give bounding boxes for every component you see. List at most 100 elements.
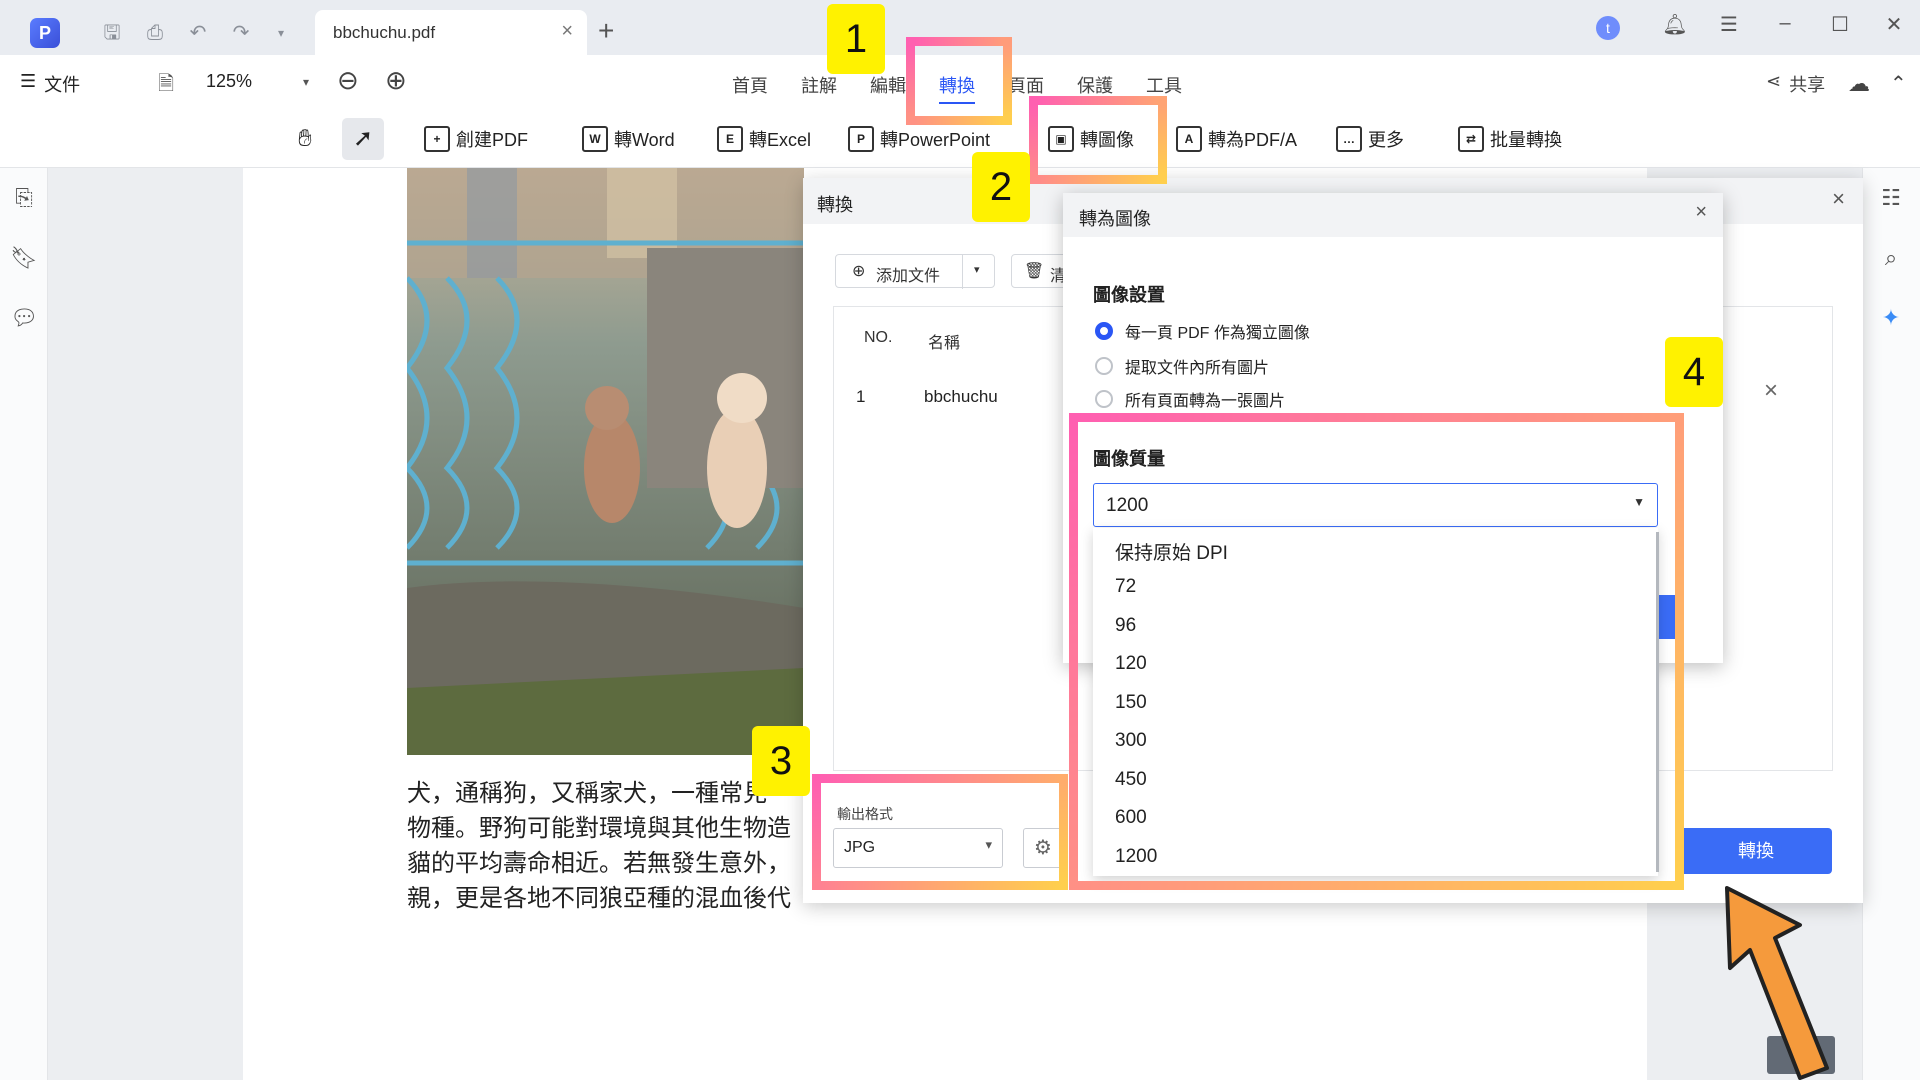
add-file-button[interactable]: ⊕ 添加文件 ▾ [835, 254, 995, 289]
dog-photo-image [407, 168, 804, 755]
create-pdf-icon: + [424, 126, 450, 152]
quick-access-dropdown-icon[interactable]: ▾ [266, 18, 296, 48]
undo-icon[interactable]: ↶ [183, 18, 213, 48]
dog-photo [407, 168, 804, 755]
search-icon[interactable]: ⌕ [1876, 243, 1906, 273]
window-close-icon[interactable]: ✕ [1879, 12, 1909, 37]
left-sidebar: ⎘ 🔖︎ 💬︎ [0, 168, 48, 1080]
share-button[interactable]: ⋖ 共享 [1766, 71, 1825, 97]
to-image-dialog-header: 轉為圖像 × [1063, 193, 1723, 237]
menu-home[interactable]: 首頁 [732, 72, 768, 98]
document-text: 犬，通稱狗，又稱家犬，一種常見 物種。野狗可能對環境與其他生物造 貓的平均壽命相… [407, 776, 827, 916]
document-tab-label: bbchuchu.pdf [333, 23, 436, 42]
button-divider [962, 255, 963, 289]
ai-sparkle-icon[interactable]: ✦ [1876, 303, 1906, 333]
convert-dialog-title: 轉換 [817, 195, 853, 215]
document-line: 貓的平均壽命相近。若無發生意外， [407, 849, 791, 877]
radio-label: 所有頁面轉為一張圖片 [1125, 393, 1286, 410]
batch-convert-icon: ⇄ [1458, 126, 1484, 152]
row-number: 1 [856, 387, 866, 406]
select-tool-icon[interactable]: ➚ [342, 118, 384, 160]
share-label: 共享 [1789, 75, 1826, 95]
column-header-name: 名稱 [928, 335, 961, 352]
to-word-label: 轉Word [614, 130, 675, 150]
create-pdf-label: 創建PDF [456, 130, 528, 150]
file-menu-label: 文件 [44, 75, 81, 95]
remove-row-icon[interactable]: × [1764, 377, 1778, 405]
more-label: 更多 [1368, 130, 1404, 150]
app-logo-icon: P [30, 18, 60, 48]
hand-tool-icon[interactable]: ✋︎ [285, 118, 325, 160]
radio-unselected-icon [1095, 357, 1113, 375]
batch-convert-button[interactable]: ⇄ 批量轉換 [1458, 120, 1562, 158]
radio-each-page[interactable]: 每一頁 PDF 作為獨立圖像 [1095, 319, 1310, 343]
highlight-output-format [812, 774, 1068, 890]
zoom-out-icon[interactable]: ⊖ [337, 65, 359, 96]
to-word-button[interactable]: W 轉Word [582, 120, 675, 158]
powerpoint-icon: P [848, 126, 874, 152]
maximize-icon[interactable]: ☐ [1825, 12, 1855, 37]
close-icon[interactable]: × [1832, 186, 1845, 212]
highlight-convert-menu [906, 37, 1012, 125]
document-line: 親，更是各地不同狼亞種的混血後代 [407, 884, 791, 912]
pdfa-icon: A [1176, 126, 1202, 152]
bookmark-icon[interactable]: 🔖︎ [9, 243, 39, 273]
radio-merge-pages[interactable]: 所有頁面轉為一張圖片 [1095, 387, 1285, 411]
highlight-image-quality [1069, 413, 1684, 890]
zoom-dropdown-icon[interactable]: ▾ [303, 75, 309, 89]
avatar[interactable]: t [1596, 16, 1620, 40]
right-sidebar: ☷ ⌕ ✦ [1862, 168, 1920, 1080]
menu-edit[interactable]: 編輯 [870, 72, 906, 98]
zoom-level[interactable]: 125% [206, 71, 252, 92]
highlight-to-image-button [1029, 96, 1167, 184]
menu-protect[interactable]: 保護 [1077, 72, 1113, 98]
chevron-down-icon[interactable]: ▾ [974, 263, 980, 276]
add-circle-icon: ⊕ [852, 263, 866, 280]
share-icon: ⋖ [1766, 71, 1782, 91]
hamburger-icon: ☰ [20, 71, 37, 91]
zoom-in-icon[interactable]: ⊕ [385, 65, 407, 96]
convert-button[interactable]: 轉換 [1680, 828, 1832, 874]
add-file-label: 添加文件 [876, 268, 941, 285]
to-excel-button[interactable]: E 轉Excel [717, 120, 811, 158]
collapse-ribbon-icon[interactable]: ⌃ [1890, 71, 1907, 96]
comment-icon[interactable]: 💬︎ [9, 303, 39, 333]
new-tab-button[interactable]: + [598, 15, 614, 47]
radio-label: 每一頁 PDF 作為獨立圖像 [1125, 325, 1310, 342]
more-button[interactable]: … 更多 [1336, 120, 1404, 158]
column-header-no: NO. [864, 329, 893, 346]
print-icon[interactable]: ⎙ [140, 18, 170, 48]
document-tab[interactable]: bbchuchu.pdf × [315, 10, 587, 55]
menu-page[interactable]: 頁面 [1008, 72, 1044, 98]
radio-label: 提取文件內所有圖片 [1125, 360, 1270, 377]
redo-icon[interactable]: ↷ [226, 18, 256, 48]
close-icon[interactable]: × [1695, 201, 1707, 224]
cloud-upload-icon[interactable]: ☁ [1848, 71, 1870, 97]
trash-icon: 🗑︎ [1024, 263, 1045, 280]
step-badge-1: 1 [827, 4, 885, 74]
thumbnail-icon[interactable]: ⎘ [9, 183, 39, 213]
batch-convert-label: 批量轉換 [1490, 130, 1562, 150]
minimize-icon[interactable]: – [1770, 12, 1800, 35]
menu-tools[interactable]: 工具 [1146, 72, 1182, 98]
menu-comment[interactable]: 註解 [801, 72, 837, 98]
notification-bell-icon[interactable]: 🔔︎ [1660, 12, 1690, 37]
row-filename: bbchuchu [924, 387, 998, 406]
word-icon: W [582, 126, 608, 152]
to-pdfa-label: 轉為PDF/A [1208, 130, 1298, 150]
save-icon[interactable]: 🖫 [97, 18, 127, 48]
radio-extract-images[interactable]: 提取文件內所有圖片 [1095, 354, 1269, 378]
image-settings-title: 圖像設置 [1093, 285, 1165, 305]
properties-icon[interactable]: ☷ [1876, 183, 1906, 213]
step-badge-2: 2 [972, 152, 1030, 222]
radio-unselected-icon [1095, 390, 1113, 408]
step-badge-3: 3 [752, 726, 810, 796]
hamburger-menu-icon[interactable]: ☰ [1714, 12, 1744, 37]
file-menu-button[interactable]: ☰ 文件 [20, 71, 80, 97]
excel-icon: E [717, 126, 743, 152]
create-pdf-button[interactable]: + 創建PDF [424, 120, 528, 158]
to-powerpoint-button[interactable]: P 轉PowerPoint [848, 120, 990, 158]
close-tab-icon[interactable]: × [561, 20, 573, 43]
page-view-icon[interactable]: 🗎 [158, 69, 174, 103]
to-pdfa-button[interactable]: A 轉為PDF/A [1176, 120, 1297, 158]
